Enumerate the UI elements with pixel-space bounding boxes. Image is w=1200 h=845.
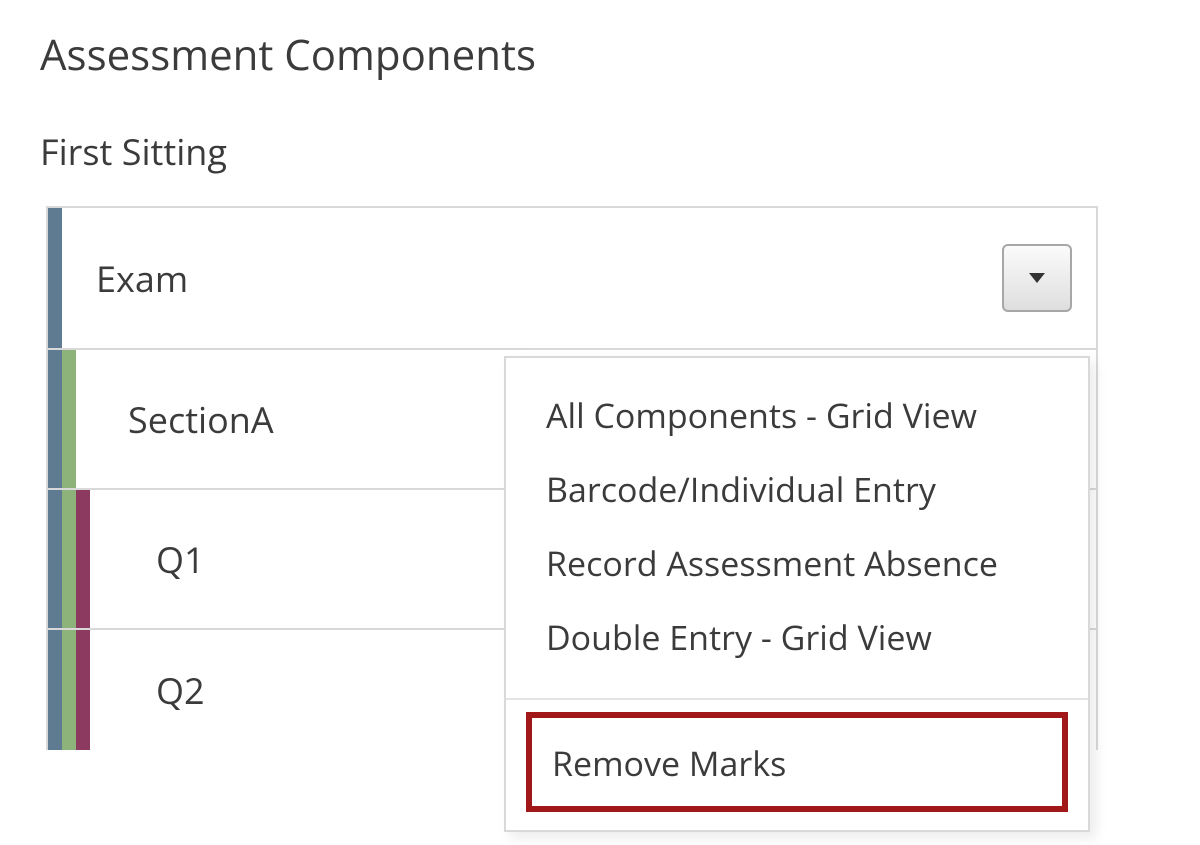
exam-dropdown-button[interactable]: [1002, 244, 1072, 312]
caret-down-icon: [1029, 273, 1045, 283]
menu-item-remove-marks-highlight: Remove Marks: [526, 712, 1068, 812]
level-bar-magenta: [76, 490, 90, 628]
menu-item-record-absence[interactable]: Record Assessment Absence: [546, 526, 1048, 600]
level-bar-green: [62, 350, 76, 488]
menu-item-barcode-entry[interactable]: Barcode/Individual Entry: [546, 452, 1048, 526]
menu-item-grid-view[interactable]: All Components - Grid View: [546, 378, 1048, 452]
level-bar-blue: [48, 350, 62, 488]
level-bar-green: [62, 630, 76, 750]
page-title: Assessment Components: [40, 26, 1160, 83]
row-section-a-label: SectionA: [128, 395, 274, 444]
components-panel: Exam SectionA Q1 Q2: [46, 206, 1098, 750]
menu-item-remove-marks[interactable]: Remove Marks: [552, 740, 1042, 786]
row-exam-label: Exam: [96, 254, 188, 303]
menu-item-double-entry[interactable]: Double Entry - Grid View: [546, 600, 1048, 674]
level-bar-magenta: [76, 630, 90, 750]
level-bar-blue: [48, 630, 62, 750]
menu-group-main: All Components - Grid View Barcode/Indiv…: [506, 358, 1088, 700]
row-q1-label: Q1: [156, 535, 205, 584]
level-bar-blue: [48, 208, 62, 348]
level-bar-green: [62, 490, 76, 628]
row-exam[interactable]: Exam: [48, 208, 1096, 350]
exam-dropdown-menu: All Components - Grid View Barcode/Indiv…: [504, 356, 1090, 832]
row-q2-label: Q2: [156, 666, 205, 715]
level-bar-blue: [48, 490, 62, 628]
section-subtitle: First Sitting: [40, 127, 1160, 176]
